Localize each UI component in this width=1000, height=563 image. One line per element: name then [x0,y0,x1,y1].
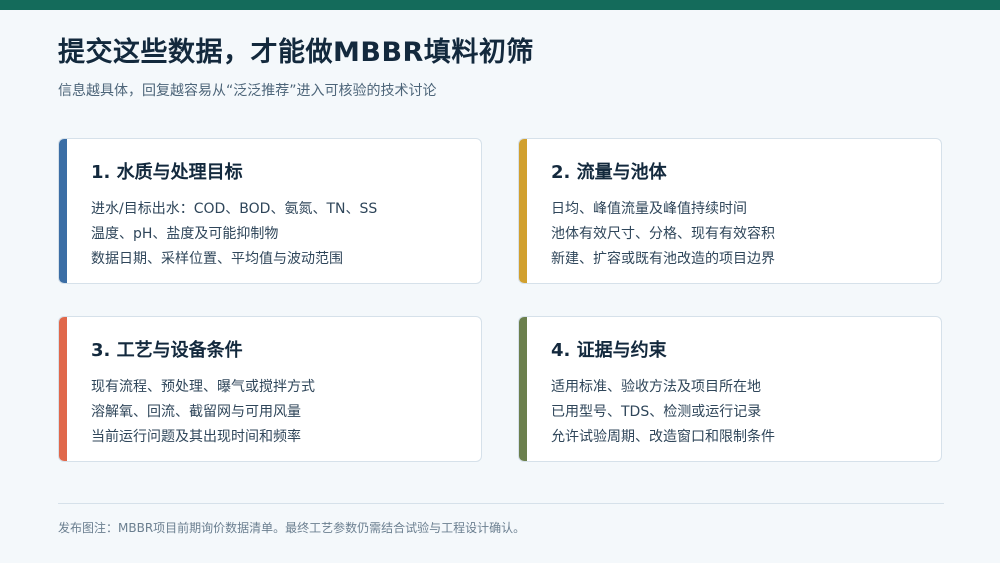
list-item: 温度、pH、盐度及可能抑制物 [91,226,279,242]
page-title: 提交这些数据，才能做MBBR填料初筛 [58,37,534,68]
page-subtitle: 信息越具体，回复越容易从“泛泛推荐”进入可核验的技术讨论 [58,83,437,99]
list-item: 溶解氧、回流、截留网与可用风量 [91,404,301,420]
card-water-quality: 1. 水质与处理目标 进水/目标出水：COD、BOD、氨氮、TN、SS 温度、p… [58,138,482,284]
card-list: 日均、峰值流量及峰值持续时间 池体有效尺寸、分格、现有有效容积 新建、扩容或既有… [551,197,775,272]
card-list: 适用标准、验收方法及项目所在地 已用型号、TDS、检测或运行记录 允许试验周期、… [551,375,775,450]
card-accent-bar [519,317,527,461]
list-item: 进水/目标出水：COD、BOD、氨氮、TN、SS [91,201,378,217]
list-item: 适用标准、验收方法及项目所在地 [551,379,761,395]
card-title: 4. 证据与约束 [551,340,667,361]
list-item: 现有流程、预处理、曝气或搅拌方式 [91,379,315,395]
card-evidence-constraints: 4. 证据与约束 适用标准、验收方法及项目所在地 已用型号、TDS、检测或运行记… [518,316,942,462]
card-accent-bar [59,139,67,283]
list-item: 新建、扩容或既有池改造的项目边界 [551,251,775,267]
list-item: 允许试验周期、改造窗口和限制条件 [551,429,775,445]
footnote: 发布图注：MBBR项目前期询价数据清单。最终工艺参数仍需结合试验与工程设计确认。 [58,521,526,535]
list-item: 当前运行问题及其出现时间和频率 [91,429,301,445]
list-item: 日均、峰值流量及峰值持续时间 [551,201,747,217]
footer-divider [58,503,944,504]
top-accent-bar [0,0,1000,10]
list-item: 已用型号、TDS、检测或运行记录 [551,404,762,420]
card-accent-bar [519,139,527,283]
card-process-equipment: 3. 工艺与设备条件 现有流程、预处理、曝气或搅拌方式 溶解氧、回流、截留网与可… [58,316,482,462]
card-title: 2. 流量与池体 [551,162,667,183]
list-item: 数据日期、采样位置、平均值与波动范围 [91,251,343,267]
card-list: 进水/目标出水：COD、BOD、氨氮、TN、SS 温度、pH、盐度及可能抑制物 … [91,197,377,272]
card-title: 3. 工艺与设备条件 [91,340,243,361]
card-list: 现有流程、预处理、曝气或搅拌方式 溶解氧、回流、截留网与可用风量 当前运行问题及… [91,375,315,450]
card-title: 1. 水质与处理目标 [91,162,243,183]
card-flow-and-tank: 2. 流量与池体 日均、峰值流量及峰值持续时间 池体有效尺寸、分格、现有有效容积… [518,138,942,284]
list-item: 池体有效尺寸、分格、现有有效容积 [551,226,775,242]
card-accent-bar [59,317,67,461]
